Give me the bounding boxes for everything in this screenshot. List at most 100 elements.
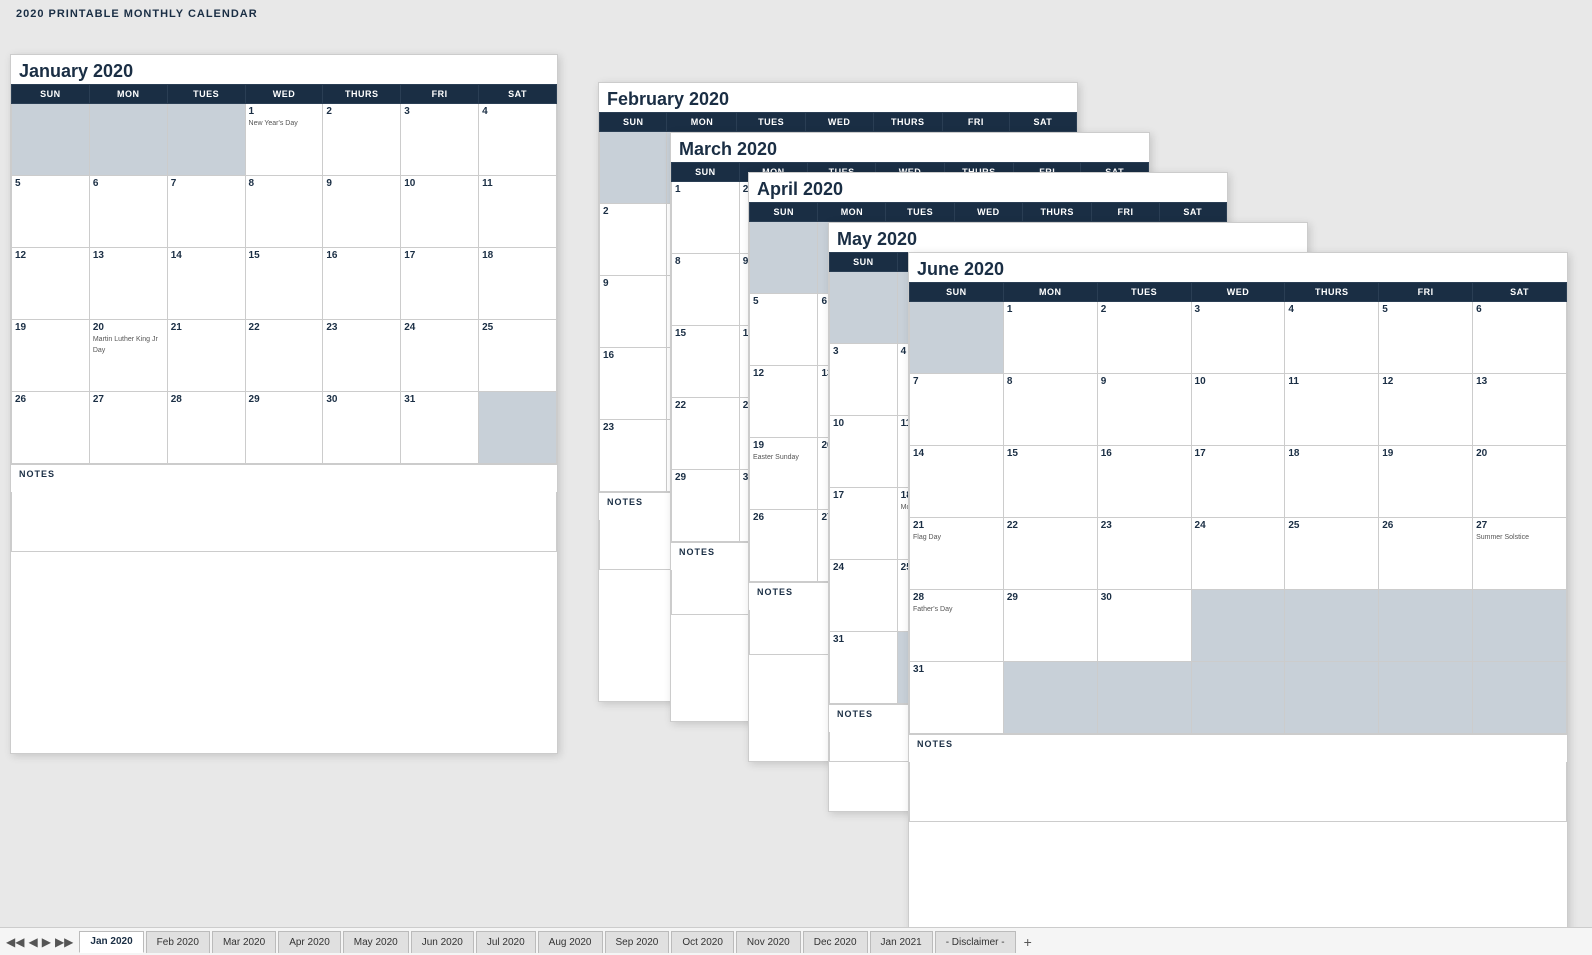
- col-sun: SUN: [12, 85, 90, 104]
- table-cell: 8: [672, 254, 740, 326]
- sheet-nav-first[interactable]: ◀◀: [4, 935, 26, 949]
- table-cell: 15: [245, 248, 323, 320]
- table-cell: 21Flag Day: [910, 518, 1004, 590]
- table-cell: 17: [830, 488, 898, 560]
- tab-bar: ◀◀ ◀ ▶ ▶▶ Jan 2020 Feb 2020 Mar 2020 Apr…: [0, 927, 1592, 955]
- col-wed: WED: [1191, 283, 1285, 302]
- tab-mar-2020[interactable]: Mar 2020: [212, 931, 276, 953]
- table-cell: 11: [1285, 374, 1379, 446]
- sheet-nav-next[interactable]: ▶: [40, 935, 53, 949]
- table-cell: 12: [750, 366, 818, 438]
- table-cell: 20: [1473, 446, 1567, 518]
- calendar-january: January 2020 SUN MON TUES WED THURS FRI …: [10, 54, 558, 754]
- table-cell: 17: [401, 248, 479, 320]
- table-cell: 23: [1097, 518, 1191, 590]
- table-cell: 10: [1191, 374, 1285, 446]
- table-cell: 19: [1379, 446, 1473, 518]
- table-cell: [89, 104, 167, 176]
- table-cell: 2: [1097, 302, 1191, 374]
- table-cell: 10: [401, 176, 479, 248]
- table-cell: 25: [479, 320, 557, 392]
- col-sat: SAT: [479, 85, 557, 104]
- table-cell: 6: [89, 176, 167, 248]
- table-cell: 26: [1379, 518, 1473, 590]
- tab-jan-2021[interactable]: Jan 2021: [870, 931, 933, 953]
- table-row: 14 15 16 17 18 19 20: [910, 446, 1567, 518]
- tab-disclaimer[interactable]: - Disclaimer -: [935, 931, 1016, 953]
- table-cell: 15: [672, 326, 740, 398]
- table-cell: 8: [1003, 374, 1097, 446]
- table-cell: 9: [323, 176, 401, 248]
- table-cell: 16: [600, 348, 667, 420]
- table-cell: 7: [167, 176, 245, 248]
- tab-add-button[interactable]: +: [1018, 932, 1038, 952]
- table-row: 12 13 14 15 16 17 18: [12, 248, 557, 320]
- table-cell: 19: [12, 320, 90, 392]
- tab-aug-2020[interactable]: Aug 2020: [538, 931, 603, 953]
- table-cell: 23: [323, 320, 401, 392]
- table-cell: 22: [1003, 518, 1097, 590]
- col-wed: WED: [245, 85, 323, 104]
- sheet-nav[interactable]: ◀◀ ◀ ▶ ▶▶: [4, 935, 75, 949]
- table-cell: 12: [1379, 374, 1473, 446]
- col-thurs: THURS: [1022, 203, 1092, 222]
- table-row: 21Flag Day 22 23 24 25 26 27Summer Solst…: [910, 518, 1567, 590]
- table-cell: 5: [1379, 302, 1473, 374]
- table-cell: 14: [910, 446, 1004, 518]
- june-title: June 2020: [909, 253, 1567, 282]
- table-cell: 22: [672, 398, 740, 470]
- table-cell: 22: [245, 320, 323, 392]
- col-thurs: THURS: [323, 85, 401, 104]
- tab-jan-2020[interactable]: Jan 2020: [79, 931, 143, 953]
- table-cell: 30: [1097, 590, 1191, 662]
- table-cell: 28: [167, 392, 245, 464]
- january-grid: SUN MON TUES WED THURS FRI SAT 1New Year…: [11, 84, 557, 464]
- table-cell: 3: [401, 104, 479, 176]
- tab-dec-2020[interactable]: Dec 2020: [803, 931, 868, 953]
- table-cell: 16: [1097, 446, 1191, 518]
- col-fri: FRI: [1379, 283, 1473, 302]
- table-cell: [479, 392, 557, 464]
- table-row: 19 20Martin Luther King Jr Day 21 22 23 …: [12, 320, 557, 392]
- table-cell: 31: [830, 632, 898, 704]
- tab-feb-2020[interactable]: Feb 2020: [146, 931, 210, 953]
- table-cell: [600, 132, 667, 204]
- table-cell: 1: [672, 182, 740, 254]
- calendar-june: June 2020 SUN MON TUES WED THURS FRI SAT…: [908, 252, 1568, 927]
- table-row: 7 8 9 10 11 12 13: [910, 374, 1567, 446]
- tab-nov-2020[interactable]: Nov 2020: [736, 931, 801, 953]
- table-cell: 28Father's Day: [910, 590, 1004, 662]
- col-tues: TUES: [886, 203, 955, 222]
- col-sun: SUN: [750, 203, 818, 222]
- march-title: March 2020: [671, 133, 1149, 162]
- col-fri: FRI: [1092, 203, 1159, 222]
- table-cell: 29: [1003, 590, 1097, 662]
- table-row: 5 6 7 8 9 10 11: [12, 176, 557, 248]
- col-sat: SAT: [1473, 283, 1567, 302]
- table-cell: 8: [245, 176, 323, 248]
- tab-jul-2020[interactable]: Jul 2020: [476, 931, 536, 953]
- table-cell: 29: [245, 392, 323, 464]
- table-cell: 23: [600, 420, 667, 492]
- tab-jun-2020[interactable]: Jun 2020: [411, 931, 474, 953]
- table-cell: [830, 272, 898, 344]
- tab-oct-2020[interactable]: Oct 2020: [671, 931, 734, 953]
- june-notes-area: [909, 762, 1567, 822]
- table-cell: 4: [1285, 302, 1379, 374]
- june-grid: SUN MON TUES WED THURS FRI SAT 1 2 3 4 5: [909, 282, 1567, 734]
- table-cell: 31: [401, 392, 479, 464]
- table-cell: 25: [1285, 518, 1379, 590]
- table-row: 28Father's Day 29 30: [910, 590, 1567, 662]
- col-sun: SUN: [672, 163, 740, 182]
- tab-sep-2020[interactable]: Sep 2020: [605, 931, 670, 953]
- sheet-nav-last[interactable]: ▶▶: [53, 935, 75, 949]
- tab-may-2020[interactable]: May 2020: [343, 931, 409, 953]
- table-cell: 20Martin Luther King Jr Day: [89, 320, 167, 392]
- col-tues: TUES: [1097, 283, 1191, 302]
- col-wed: WED: [805, 113, 873, 132]
- table-cell: [1285, 590, 1379, 662]
- tab-apr-2020[interactable]: Apr 2020: [278, 931, 341, 953]
- table-cell: [1473, 662, 1567, 734]
- table-cell: 1New Year's Day: [245, 104, 323, 176]
- sheet-nav-prev[interactable]: ◀: [26, 935, 39, 949]
